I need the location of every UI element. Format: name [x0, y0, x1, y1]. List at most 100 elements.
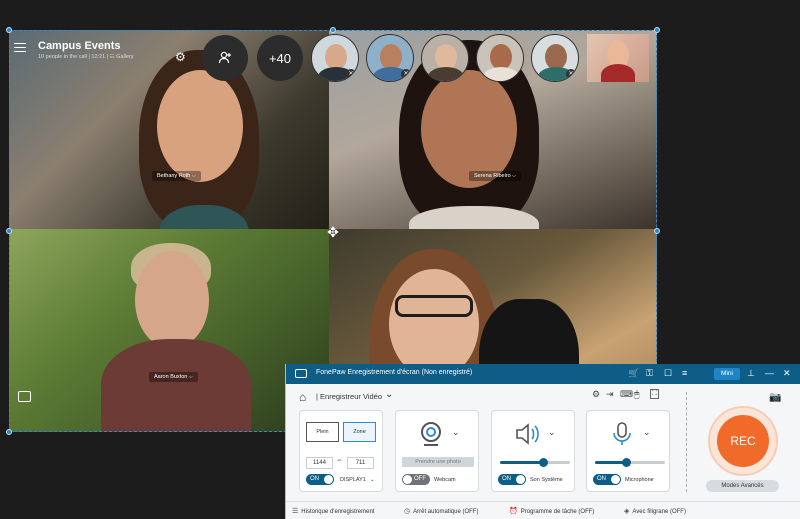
recorder-mode-label[interactable]: | Enregistreur Vidéo	[316, 392, 382, 401]
auto-stop-label: Arrêt automatique (OFF)	[413, 509, 479, 515]
screen: Bethany Roth Serena Ribeiro Aaron Buxton…	[0, 0, 800, 519]
participant-thumbnail[interactable]	[476, 34, 524, 82]
participant-name-tag: Bethany Roth	[152, 171, 201, 181]
resize-handle[interactable]	[330, 27, 336, 33]
minimize-icon[interactable]: —	[765, 368, 774, 379]
mic-muted-icon: ✕	[346, 69, 356, 79]
close-icon[interactable]: ✕	[783, 368, 791, 379]
auto-stop-link[interactable]: ◷ Arrêt automatique (OFF)	[404, 507, 478, 515]
mini-mode-button[interactable]: Mini	[714, 368, 740, 380]
toggle-knob	[324, 475, 333, 484]
microphone-card: ⌄ ON Microphone	[586, 410, 670, 492]
clock-icon: ◷	[404, 508, 411, 515]
pin-icon[interactable]: ⊥	[747, 368, 755, 379]
take-photo-button[interactable]: Prendre une photo	[402, 457, 474, 467]
chevron-down-icon[interactable]: ⌄	[370, 477, 375, 483]
fullscreen-icon[interactable]: ⛶	[650, 389, 659, 399]
chevron-down-icon[interactable]: ⌄	[643, 427, 651, 438]
glasses	[395, 295, 473, 317]
microphone-label: Microphone	[625, 477, 654, 483]
toggle-label: ON	[597, 476, 606, 482]
display-select[interactable]: DISPLAY1	[340, 477, 366, 483]
participant-thumbnail[interactable]	[421, 34, 469, 82]
fullscreen-area-button[interactable]: Plein	[306, 422, 339, 442]
keyboard-icon[interactable]: ⌨	[620, 389, 633, 400]
mic-muted-icon: ✕	[401, 69, 411, 79]
add-person-icon	[218, 51, 231, 64]
video-tile-aaron[interactable]: Aaron Buxton	[9, 229, 329, 432]
slider-thumb[interactable]	[622, 458, 631, 467]
list-icon: ☰	[292, 508, 299, 515]
watermark-link[interactable]: ◈ Avec filigrane (OFF)	[624, 507, 686, 515]
advanced-modes-button[interactable]: Modes Avancés	[706, 480, 779, 492]
watermark-label: Avec filigrane (OFF)	[632, 509, 686, 515]
participant-thumbnail[interactable]: ✕	[311, 34, 359, 82]
move-cursor-icon[interactable]: ✥	[326, 225, 340, 239]
participant-thumbnail[interactable]: ✕	[366, 34, 414, 82]
system-sound-toggle[interactable]: ON	[498, 474, 526, 485]
display-toggle[interactable]: ON	[306, 474, 334, 485]
microphone-volume-slider[interactable]	[595, 458, 665, 467]
resize-handle[interactable]	[6, 228, 12, 234]
webcam-card: ⌄ Prendre une photo OFF Webcam	[395, 410, 479, 492]
chevron-down-icon[interactable]: ⌄	[548, 427, 556, 438]
schedule-label: Programme de tâche (OFF)	[520, 509, 595, 515]
cart-icon[interactable]: 🛒	[628, 368, 639, 379]
rec-button-ring: REC	[708, 406, 778, 476]
meeting-title: Campus Events	[38, 40, 121, 52]
resize-handle[interactable]	[654, 27, 660, 33]
rec-button[interactable]: REC	[717, 415, 769, 467]
toggle-label: OFF	[414, 476, 426, 482]
mouse-icon[interactable]: 🖱	[634, 389, 639, 400]
resize-handle[interactable]	[6, 27, 12, 33]
alarm-icon: ⏰	[509, 508, 518, 515]
webcam-icon[interactable]	[418, 421, 446, 452]
thumbnail-body	[601, 64, 635, 82]
key-icon[interactable]: ⚿	[646, 368, 653, 379]
home-icon[interactable]: ⌂	[299, 390, 306, 404]
microphone-toggle[interactable]: ON	[593, 474, 621, 485]
more-participants-button[interactable]: +40	[257, 35, 303, 81]
thumbnail-body	[483, 67, 519, 81]
participant-name-tag: Serena Ribeiro	[469, 171, 521, 181]
settings-gear-icon[interactable]: ⚙	[175, 51, 187, 63]
participant-body	[101, 339, 251, 432]
webcam-toggle[interactable]: OFF	[402, 474, 430, 485]
export-icon[interactable]: ⇥	[606, 389, 614, 400]
resize-handle[interactable]	[654, 228, 660, 234]
schedule-link[interactable]: ⏰ Programme de tâche (OFF)	[509, 507, 594, 515]
add-participant-button[interactable]	[202, 35, 248, 81]
speaker-icon[interactable]	[514, 421, 542, 452]
participant-face	[157, 70, 243, 182]
custom-zone-button[interactable]: Zone	[343, 422, 376, 442]
participant-name-tag: Aaron Buxton	[149, 372, 198, 382]
slider-fill	[500, 461, 544, 464]
display-card: Plein Zone 1144 ⇔ 711 ON DISPLAY1 ⌄	[299, 410, 383, 492]
history-link[interactable]: ☰ Historique d'enregistrement	[292, 507, 374, 515]
chat-bubble-icon[interactable]: ☐	[664, 368, 672, 379]
toggle-knob	[403, 475, 412, 484]
hamburger-menu-icon[interactable]	[14, 43, 26, 52]
participant-thumbnail[interactable]: ✕	[531, 34, 579, 82]
toggle-label: ON	[310, 476, 319, 482]
chat-icon[interactable]	[18, 391, 31, 402]
screenshot-camera-icon[interactable]: 📷	[769, 392, 781, 403]
toggle-label: ON	[502, 476, 511, 482]
system-volume-slider[interactable]	[500, 458, 570, 467]
webcam-label: Webcam	[434, 477, 456, 483]
width-input[interactable]: 1144	[306, 457, 333, 469]
self-view-thumbnail[interactable]	[587, 34, 649, 82]
toggle-knob	[611, 475, 620, 484]
watermark-icon: ◈	[624, 508, 630, 515]
slider-thumb[interactable]	[538, 458, 548, 467]
system-sound-card: ⌄ ON Son Système	[491, 410, 575, 492]
height-input[interactable]: 711	[347, 457, 374, 469]
link-aspect-icon[interactable]: ⇔	[336, 457, 343, 464]
chevron-down-icon[interactable]: ⌄	[385, 389, 393, 400]
menu-icon[interactable]: ≡	[682, 368, 687, 379]
settings-gear-icon[interactable]: ⚙	[592, 389, 600, 400]
recorder-window: FonePaw Enregistrement d'écran (Non enre…	[285, 364, 800, 519]
microphone-icon[interactable]	[609, 421, 637, 452]
resize-handle[interactable]	[6, 429, 12, 435]
chevron-down-icon[interactable]: ⌄	[452, 427, 460, 438]
